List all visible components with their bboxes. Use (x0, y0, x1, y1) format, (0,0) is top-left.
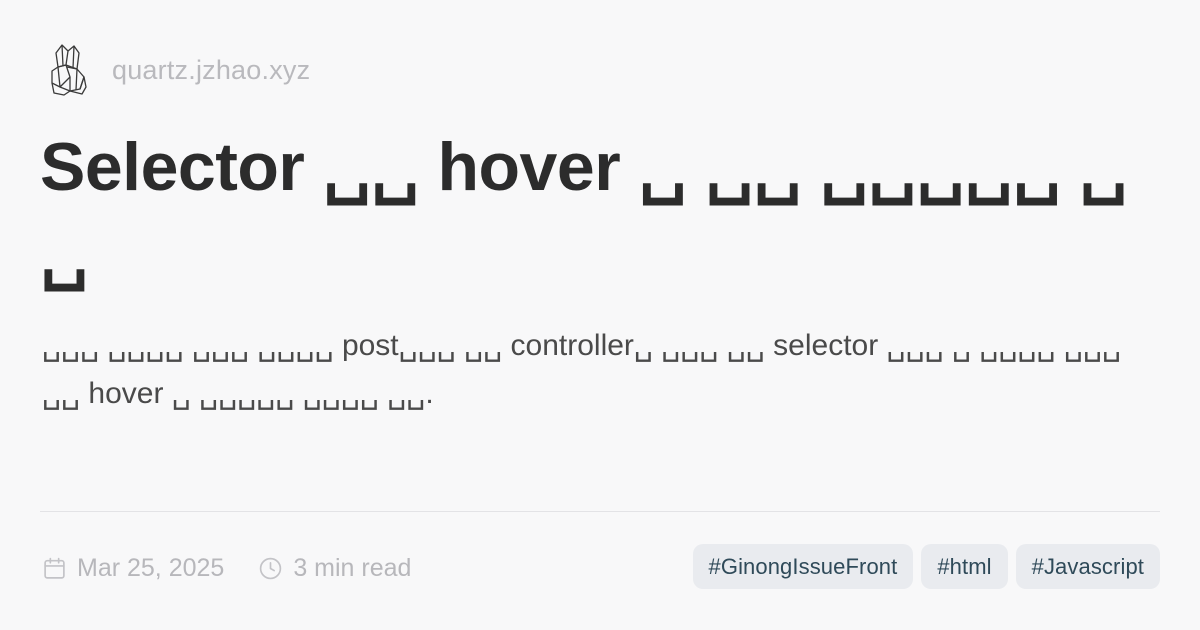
site-header: quartz.jzhao.xyz (46, 40, 310, 100)
divider (40, 511, 1160, 512)
publish-date: Mar 25, 2025 (77, 553, 225, 582)
article-title: Selector ␣␣ hover ␣ ␣␣ ␣␣␣␣␣ ␣ ␣ (40, 129, 1128, 291)
tag-list: #GinongIssueFront #html #Javascript (692, 544, 1160, 589)
site-name[interactable]: quartz.jzhao.xyz (112, 55, 310, 86)
reading-time-item: 3 min read (258, 554, 411, 583)
clock-icon (260, 557, 282, 579)
article-description: ␣␣␣ ␣␣␣␣ ␣␣␣ ␣␣␣␣ post␣␣␣ ␣␣ controller␣… (42, 329, 1122, 410)
reading-time: 3 min read (293, 553, 412, 582)
article-meta: Mar 25, 2025 3 min read (42, 546, 411, 590)
tag-javascript[interactable]: #Javascript (1015, 544, 1160, 589)
calendar-icon (44, 557, 65, 579)
tag-html[interactable]: #html (921, 544, 1008, 589)
date-item: Mar 25, 2025 (42, 554, 224, 583)
tag-ginongissuefront[interactable]: #GinongIssueFront (692, 544, 914, 589)
crystal-cluster-icon (46, 41, 90, 99)
